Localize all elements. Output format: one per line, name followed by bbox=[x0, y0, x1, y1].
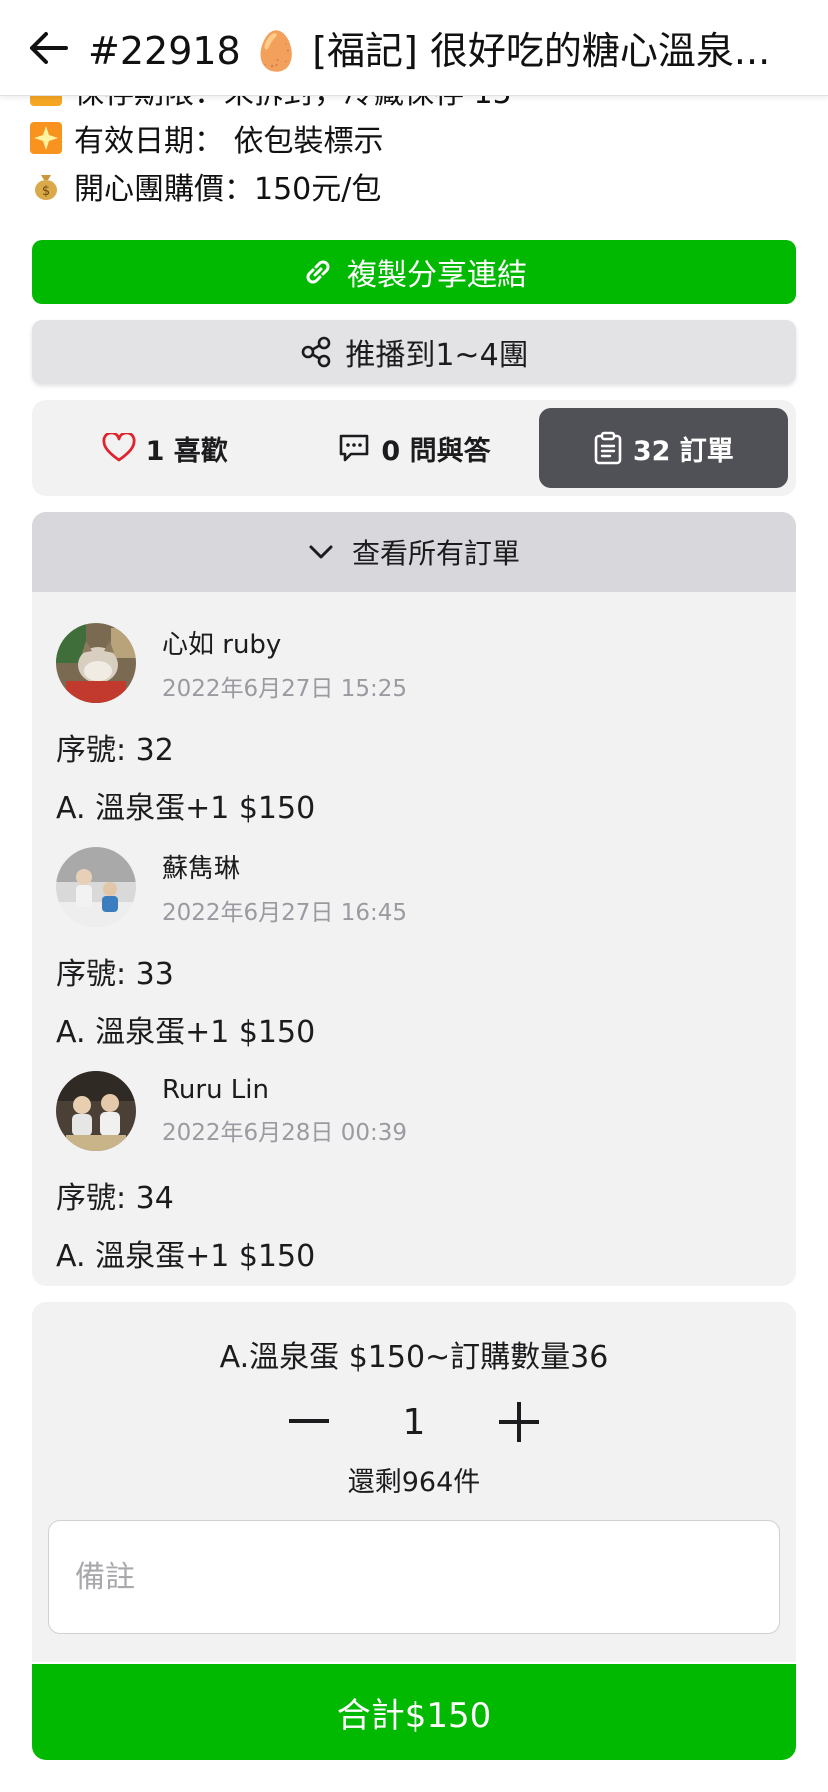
order-item-line: A. 溫泉蛋+1 $150 bbox=[56, 1015, 316, 1050]
quantity-value: 1 bbox=[402, 1401, 426, 1443]
order-time: 2022年6月27日 16:45 bbox=[162, 899, 408, 926]
quantity-stepper: 1 bbox=[32, 1392, 796, 1452]
clipboard-icon bbox=[593, 431, 623, 465]
minus-icon bbox=[289, 1419, 329, 1423]
tab-qa-label: 0 問與答 bbox=[381, 435, 491, 467]
comment-icon bbox=[337, 432, 371, 464]
order-item-line: A. 溫泉蛋+1 $150 bbox=[56, 1239, 316, 1274]
money-bag-icon: $ bbox=[30, 170, 62, 202]
decrease-quantity-button[interactable] bbox=[274, 1392, 344, 1452]
plus-icon bbox=[499, 1402, 539, 1442]
avatar[interactable] bbox=[56, 847, 136, 927]
expiry-text: 有效日期： 依包裝標示 bbox=[74, 124, 384, 159]
view-all-orders-label: 查看所有訂單 bbox=[351, 537, 520, 570]
push-to-groups-button[interactable]: 推播到1~4團 bbox=[32, 320, 796, 384]
back-button[interactable] bbox=[24, 24, 72, 72]
note-input[interactable] bbox=[48, 1520, 780, 1634]
share-icon bbox=[299, 335, 333, 369]
sparkle-icon bbox=[30, 122, 62, 154]
avatar[interactable] bbox=[56, 1071, 136, 1151]
order-sequence: 序號: 33 bbox=[56, 957, 174, 992]
info-line-expiry: 有效日期： 依包裝標示 bbox=[30, 116, 384, 160]
order-user-name: Ruru Lin bbox=[162, 1075, 269, 1105]
info-line-price: $ 開心團購價：150元/包 bbox=[30, 164, 381, 208]
view-all-orders-button[interactable]: 查看所有訂單 bbox=[32, 512, 796, 592]
total-label: 合計$150 bbox=[336, 1695, 492, 1736]
product-option-title: A.溫泉蛋 $150~訂購數量36 bbox=[219, 1340, 609, 1375]
tab-orders-label: 32 訂單 bbox=[632, 435, 734, 467]
svg-text:$: $ bbox=[42, 184, 50, 199]
submit-order-button[interactable]: 合計$150 bbox=[32, 1664, 796, 1760]
top-bar: #22918 🥚 [福記] 很好吃的糖心溫泉... bbox=[0, 0, 828, 96]
avatar[interactable] bbox=[56, 623, 136, 703]
increase-quantity-button[interactable] bbox=[484, 1392, 554, 1452]
order-item-line: A. 溫泉蛋+1 $150 bbox=[56, 791, 316, 826]
list-item: 蘇雋琳 2022年6月27日 16:45 序號: 33 A. 溫泉蛋+1 $15… bbox=[56, 847, 772, 1051]
tab-qa[interactable]: 0 問與答 bbox=[289, 408, 538, 488]
heart-icon bbox=[102, 433, 136, 463]
copy-share-link-label: 複製分享連結 bbox=[347, 258, 527, 293]
order-time: 2022年6月27日 15:25 bbox=[162, 675, 408, 702]
list-item: Ruru Lin 2022年6月28日 00:39 序號: 34 A. 溫泉蛋+… bbox=[56, 1071, 772, 1275]
copy-share-link-button[interactable]: 複製分享連結 bbox=[32, 240, 796, 304]
push-to-groups-label: 推播到1~4團 bbox=[345, 338, 529, 373]
order-sequence: 序號: 32 bbox=[56, 733, 174, 768]
arrow-left-icon bbox=[30, 31, 68, 64]
orders-panel: 查看所有訂單 心如 ruby 2022年6月27日 15:25 序號: 32 A… bbox=[32, 512, 796, 1286]
order-sequence: 序號: 34 bbox=[56, 1181, 174, 1216]
tab-likes-label: 1 喜歡 bbox=[145, 435, 228, 467]
order-user-name: 蘇雋琳 bbox=[162, 853, 241, 884]
purchase-panel: A.溫泉蛋 $150~訂購數量36 1 還剩964件 bbox=[32, 1302, 796, 1662]
remaining-stock: 還剩964件 bbox=[347, 1467, 481, 1498]
order-user-name: 心如 ruby bbox=[162, 629, 282, 660]
chevron-down-icon bbox=[308, 544, 334, 560]
tab-likes[interactable]: 1 喜歡 bbox=[40, 408, 289, 488]
tab-orders[interactable]: 32 訂單 bbox=[538, 408, 788, 488]
price-text: 開心團購價：150元/包 bbox=[74, 172, 382, 207]
page-title: #22918 🥚 [福記] 很好吃的糖心溫泉... bbox=[88, 29, 771, 73]
link-icon bbox=[301, 255, 335, 289]
order-time: 2022年6月28日 00:39 bbox=[162, 1120, 408, 1146]
interaction-tabs: 1 喜歡 0 問與答 32 訂單 bbox=[32, 400, 796, 496]
list-item: 心如 ruby 2022年6月27日 15:25 序號: 32 A. 溫泉蛋+1… bbox=[56, 623, 772, 827]
